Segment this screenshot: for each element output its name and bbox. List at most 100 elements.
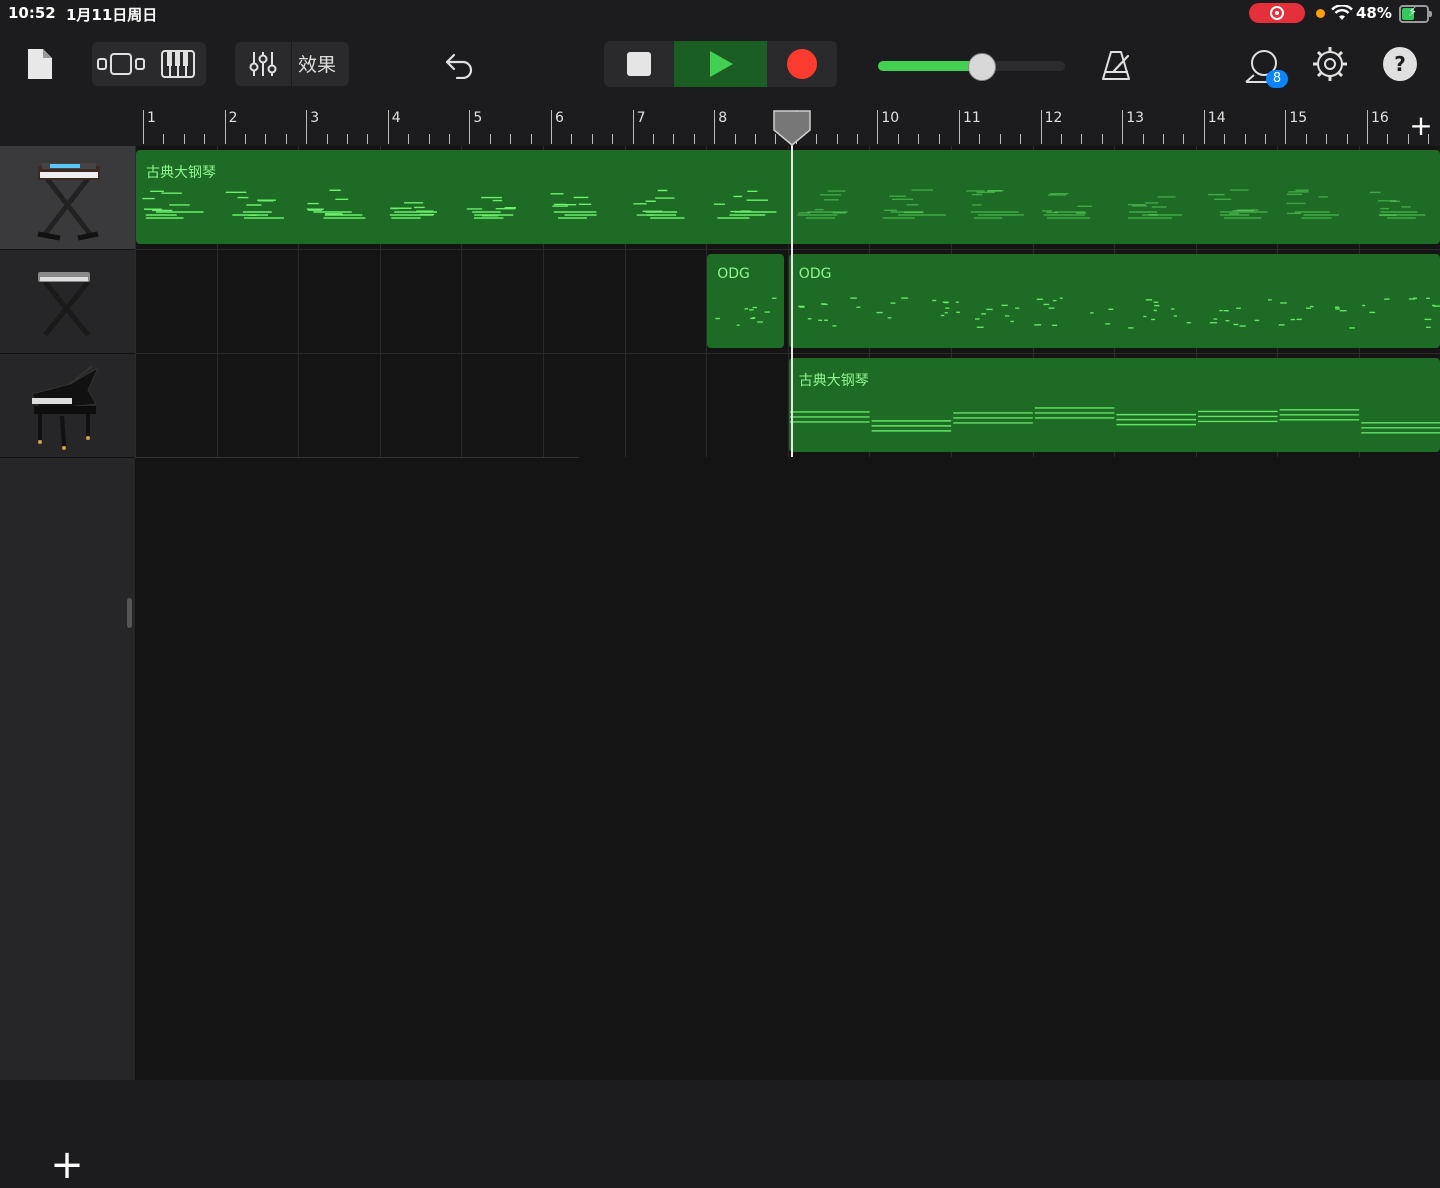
toolbar: 效果 8 ? — [0, 28, 1440, 108]
ruler-beat-tick — [530, 134, 532, 144]
battery-percent: 48% — [1356, 4, 1392, 22]
mixer-button[interactable] — [235, 42, 292, 86]
track-divider — [135, 457, 579, 458]
metronome-icon — [1102, 51, 1130, 80]
ruler-bar-number: 13 — [1126, 110, 1145, 126]
ruler-beat-tick — [1305, 134, 1307, 144]
track-headers: + — [0, 146, 135, 1185]
status-bar: 10:52 1月11日周日 48% ⚡ — [0, 0, 1440, 28]
playhead[interactable] — [790, 143, 793, 457]
ruler-beat-tick — [1244, 134, 1246, 144]
region[interactable]: ODG — [788, 254, 1440, 348]
ruler-beat-tick — [1346, 134, 1348, 144]
piano-keys-icon — [160, 50, 195, 78]
region-notes — [797, 297, 1440, 329]
ruler-bar-tick — [1367, 110, 1368, 144]
ruler-beat-tick — [836, 134, 838, 144]
screen-recording-icon[interactable] — [1249, 3, 1305, 23]
ruler-beat-tick — [183, 134, 185, 144]
region[interactable]: 古典大钢琴 — [788, 358, 1440, 452]
ruler-bar-number: 10 — [881, 110, 900, 126]
ruler-beat-tick — [591, 134, 593, 144]
sliders-icon — [249, 52, 277, 76]
ruler-bar-number: 14 — [1207, 110, 1226, 126]
ruler-beat-tick — [1020, 134, 1022, 144]
track-divider — [135, 249, 1440, 250]
ruler-bar-tick — [224, 110, 226, 144]
metronome-button[interactable] — [1098, 46, 1134, 84]
tracks-area[interactable]: 古典大钢琴 ODG ODG 古典大钢琴 — [135, 146, 1440, 1080]
header-resize-handle[interactable] — [127, 598, 132, 628]
ruler-beat-tick — [428, 134, 430, 144]
region-name: ODG — [798, 266, 832, 282]
ruler-beat-tick — [653, 134, 654, 144]
track-divider — [135, 353, 1440, 354]
tracks-view-button[interactable] — [92, 42, 149, 86]
volume-knob[interactable] — [967, 53, 996, 81]
ruler-bar-number: 4 — [391, 110, 401, 126]
ruler-beat-tick — [347, 134, 348, 144]
track-header-2[interactable] — [0, 250, 135, 354]
ruler-beat-tick — [857, 134, 858, 144]
ruler-bar-tick — [714, 110, 716, 144]
ruler-bar-number: 15 — [1289, 110, 1308, 126]
master-volume-slider[interactable] — [878, 53, 1065, 81]
my-songs-button[interactable] — [24, 46, 56, 82]
ruler-bar-number: 11 — [963, 110, 981, 126]
ruler-beat-tick — [571, 134, 573, 144]
stop-button[interactable] — [604, 41, 674, 87]
wifi-icon — [1331, 5, 1353, 20]
ruler-beat-tick — [1081, 134, 1083, 144]
stop-icon — [627, 52, 651, 76]
status-time: 10:52 — [8, 4, 56, 22]
add-track-button[interactable]: + — [50, 1145, 84, 1185]
ruler-beat-tick — [265, 134, 267, 144]
ruler-beat-tick — [1061, 134, 1062, 144]
region-notes — [789, 407, 1440, 434]
battery-icon: ⚡ — [1399, 5, 1432, 23]
region[interactable]: 古典大钢琴 — [136, 150, 1440, 244]
play-button[interactable] — [674, 41, 767, 87]
ruler-beat-tick — [510, 134, 512, 144]
undo-button[interactable] — [440, 48, 478, 82]
ruler-beat-tick — [285, 134, 287, 144]
ruler-bar-tick — [469, 110, 471, 144]
region[interactable]: ODG — [707, 254, 784, 348]
loop-browser-button[interactable]: 8 — [1240, 44, 1288, 88]
help-button[interactable]: ? — [1383, 47, 1417, 81]
record-button[interactable] — [767, 41, 837, 87]
ruler-bar-number: 3 — [310, 110, 320, 126]
region-name: 古典大钢琴 — [798, 373, 869, 389]
ruler-beat-tick — [1101, 134, 1103, 144]
ruler-beat-tick — [673, 134, 675, 144]
ruler-beat-tick — [367, 134, 369, 144]
ruler-bar-tick — [306, 110, 308, 144]
ruler-beat-tick — [1142, 134, 1144, 144]
add-section-button[interactable]: + — [1408, 108, 1434, 144]
effects-button[interactable]: 效果 — [298, 50, 336, 77]
settings-button[interactable] — [1310, 44, 1350, 84]
ruler-bar-number: 1 — [147, 110, 156, 126]
region-name: 古典大钢琴 — [146, 165, 216, 181]
ruler-beat-tick — [326, 134, 328, 144]
ruler-beat-tick — [204, 134, 206, 144]
ruler-bar-tick — [877, 110, 879, 144]
ruler-bar-number: 12 — [1044, 110, 1063, 126]
status-date: 1月11日周日 — [66, 6, 158, 24]
gear-icon — [1313, 47, 1347, 81]
ruler-beat-tick — [1163, 134, 1164, 144]
track-header-3[interactable] — [0, 354, 135, 458]
ruler-bar-number: 2 — [228, 110, 238, 126]
ruler-beat-tick — [979, 134, 981, 144]
ruler-beat-tick — [897, 134, 899, 144]
ruler-bar-tick — [143, 110, 144, 144]
track-header-1[interactable] — [0, 146, 135, 250]
playhead-handle[interactable] — [772, 110, 811, 146]
ruler-beat-tick — [1265, 134, 1266, 144]
grand-piano-icon — [31, 365, 100, 450]
ruler-bar-tick — [1285, 110, 1287, 144]
ruler-beat-tick — [489, 134, 491, 144]
region-name: ODG — [717, 266, 750, 282]
ruler-beat-tick — [755, 134, 756, 144]
keyboard-button[interactable] — [149, 42, 206, 86]
